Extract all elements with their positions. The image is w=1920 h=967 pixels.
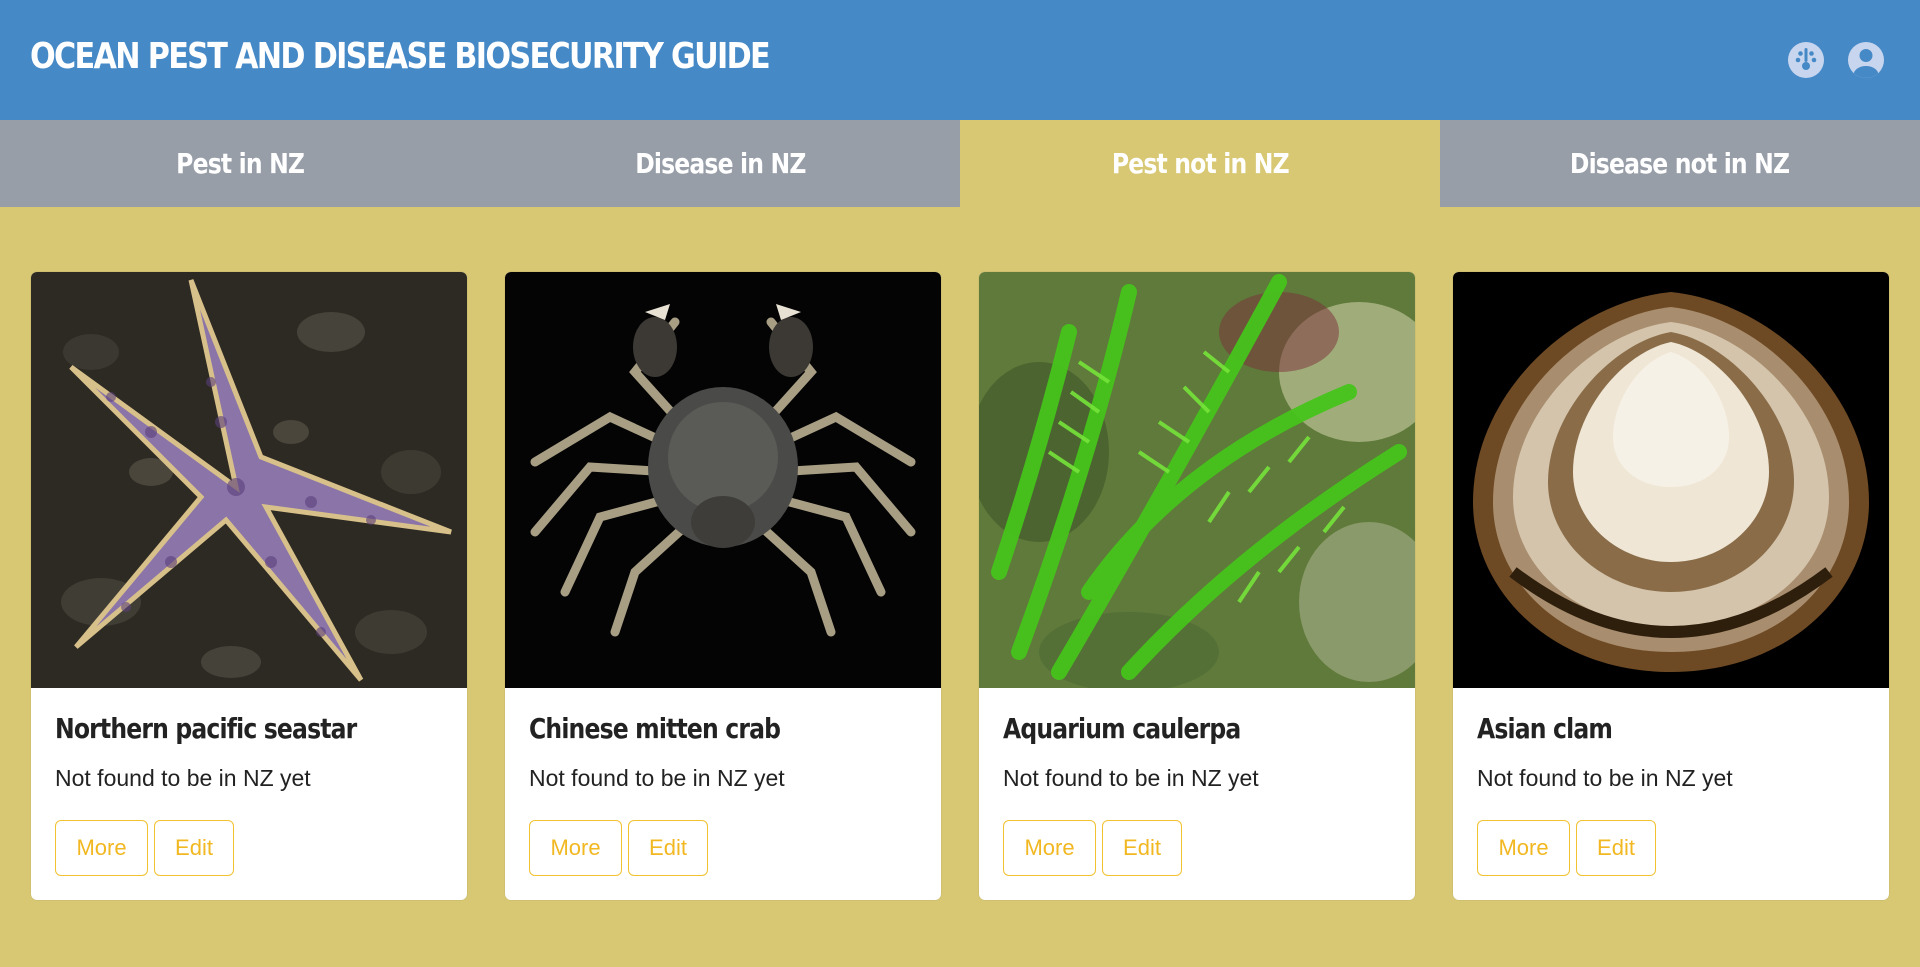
- crab-image: [505, 272, 941, 688]
- more-button[interactable]: More: [1003, 820, 1096, 876]
- edit-button[interactable]: Edit: [1576, 820, 1656, 876]
- species-card: Aquarium caulerpa Not found to be in NZ …: [979, 272, 1415, 900]
- tab-label: Disease in NZ: [634, 147, 806, 180]
- more-button[interactable]: More: [1477, 820, 1570, 876]
- card-title: Northern pacific seastar: [55, 712, 357, 745]
- card-status: Not found to be in NZ yet: [529, 765, 785, 791]
- card-status: Not found to be in NZ yet: [55, 765, 311, 791]
- tab-label: Pest not in NZ: [1111, 147, 1290, 180]
- tab-label: Disease not in NZ: [1570, 147, 1790, 180]
- category-tabs: Pest in NZ Disease in NZ Pest not in NZ …: [0, 120, 1920, 207]
- species-card-grid: Northern pacific seastar Not found to be…: [31, 272, 1891, 900]
- more-button[interactable]: More: [529, 820, 622, 876]
- tab-pest-in-nz[interactable]: Pest in NZ: [0, 120, 480, 207]
- tab-label: Pest in NZ: [176, 147, 305, 180]
- card-title: Chinese mitten crab: [529, 712, 781, 745]
- species-card: Northern pacific seastar Not found to be…: [31, 272, 467, 900]
- card-title: Aquarium caulerpa: [1003, 712, 1241, 745]
- edit-button[interactable]: Edit: [1102, 820, 1182, 876]
- more-button[interactable]: More: [55, 820, 148, 876]
- species-card: Chinese mitten crab Not found to be in N…: [505, 272, 941, 900]
- dashboard-icon[interactable]: [1787, 41, 1825, 79]
- caulerpa-image: [979, 272, 1415, 688]
- tab-pest-not-in-nz[interactable]: Pest not in NZ: [960, 120, 1440, 207]
- clam-image: [1453, 272, 1889, 688]
- app-header: OCEAN PEST AND DISEASE BIOSECURITY GUIDE: [0, 0, 1920, 120]
- user-account-icon[interactable]: [1847, 41, 1885, 79]
- seastar-image: [31, 272, 467, 688]
- edit-button[interactable]: Edit: [628, 820, 708, 876]
- edit-button[interactable]: Edit: [154, 820, 234, 876]
- card-status: Not found to be in NZ yet: [1477, 765, 1733, 791]
- tab-disease-not-in-nz[interactable]: Disease not in NZ: [1440, 120, 1920, 207]
- card-status: Not found to be in NZ yet: [1003, 765, 1259, 791]
- card-title: Asian clam: [1477, 712, 1613, 745]
- species-card: Asian clam Not found to be in NZ yet Mor…: [1453, 272, 1889, 900]
- site-title: OCEAN PEST AND DISEASE BIOSECURITY GUIDE: [30, 36, 771, 77]
- tab-disease-in-nz[interactable]: Disease in NZ: [480, 120, 960, 207]
